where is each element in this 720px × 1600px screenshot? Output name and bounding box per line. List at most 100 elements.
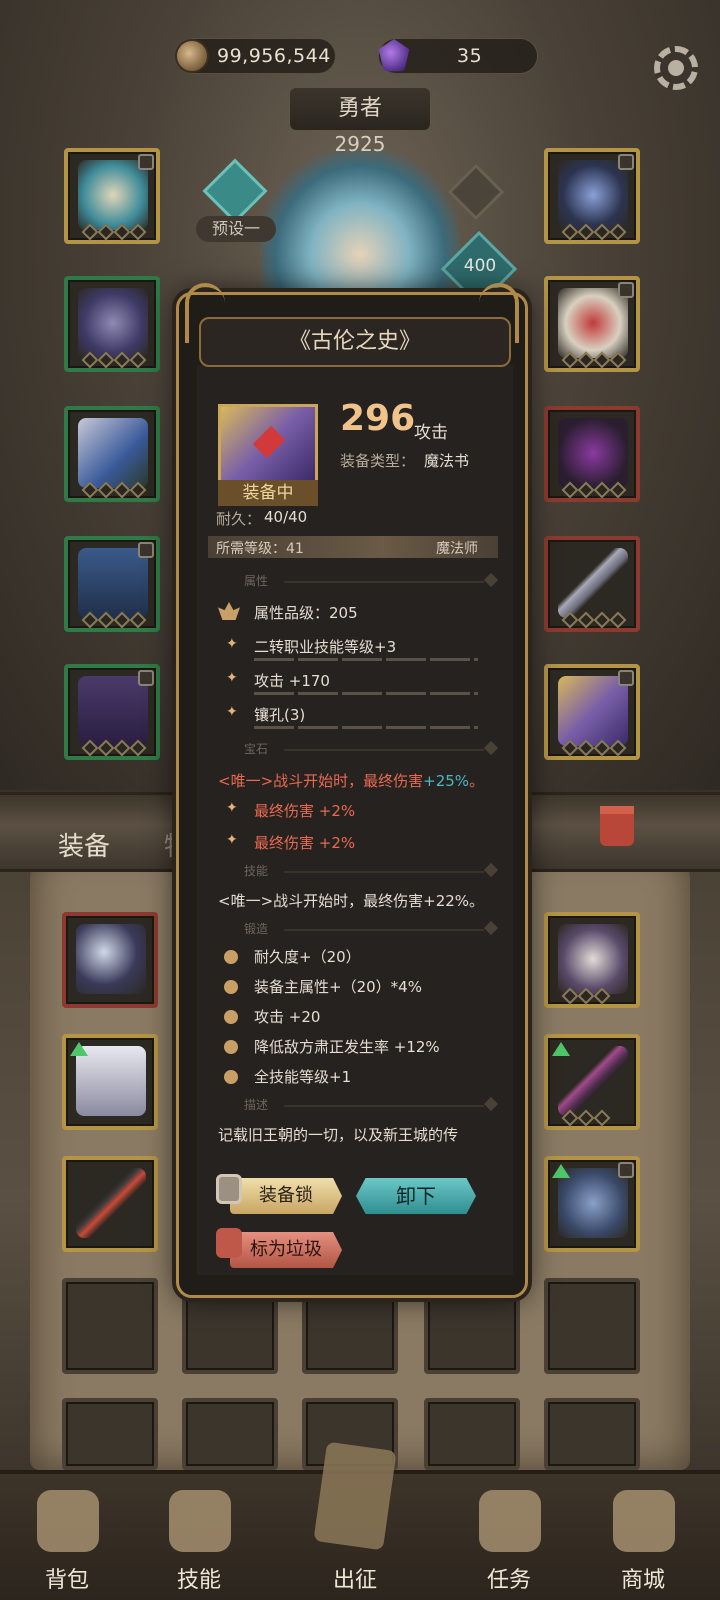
equip-slot-armor[interactable] bbox=[64, 276, 160, 372]
sparkle-icon: ✦ bbox=[226, 636, 238, 652]
section-label: 锻造 bbox=[244, 922, 269, 936]
bag-slot-empty[interactable] bbox=[62, 1398, 158, 1470]
gem-unique-effect: <唯一>战斗开始时，最终伤害+25%。 bbox=[218, 772, 485, 790]
section-attributes: 属性 bbox=[214, 572, 504, 590]
sparkle-icon: ✦ bbox=[226, 670, 238, 686]
bag-slot-empty[interactable] bbox=[424, 1398, 520, 1470]
mirror-scepter-icon bbox=[76, 924, 146, 994]
gem-sockets bbox=[561, 987, 611, 1005]
equipment-lock-button[interactable]: 装备锁 bbox=[230, 1178, 342, 1214]
nav-skills[interactable]: 技能 bbox=[144, 1476, 254, 1596]
trash-bin-icon bbox=[216, 1228, 242, 1258]
bag-slot[interactable] bbox=[62, 912, 158, 1008]
dark-staff-icon bbox=[76, 1168, 146, 1238]
attribute-line: 二转职业技能等级+3 bbox=[254, 638, 397, 656]
nav-label: 出征 bbox=[332, 1568, 377, 1593]
equip-slot-weapon[interactable] bbox=[544, 536, 640, 632]
bag-slot[interactable] bbox=[544, 912, 640, 1008]
gem-sockets bbox=[561, 481, 627, 499]
section-description: 描述 bbox=[214, 1096, 504, 1114]
section-forging: 锻造 bbox=[214, 920, 504, 938]
upgrade-arrow-icon bbox=[552, 1164, 570, 1178]
bag-slot-empty[interactable] bbox=[544, 1398, 640, 1470]
spellbook-icon bbox=[558, 676, 628, 746]
mark-as-trash-button[interactable]: 标为垃圾 bbox=[230, 1232, 342, 1268]
gem-sockets bbox=[81, 739, 147, 757]
type-value: 魔法书 bbox=[424, 452, 470, 470]
lock-icon bbox=[618, 282, 634, 298]
bag-slot-empty[interactable] bbox=[62, 1278, 158, 1374]
bag-slot-empty[interactable] bbox=[544, 1278, 640, 1374]
backpack-icon bbox=[37, 1490, 99, 1552]
gauntlet-icon bbox=[78, 418, 148, 488]
forge-line: 降低敌方肃正发生率 +12% bbox=[254, 1038, 440, 1056]
lock-icon bbox=[138, 542, 154, 558]
equip-slot-boots[interactable] bbox=[64, 664, 160, 760]
nav-label: 背包 bbox=[44, 1568, 89, 1593]
gem-effect: 最终伤害 +2% bbox=[254, 802, 356, 820]
gem-counter: 35 bbox=[378, 38, 538, 74]
sparkle-icon: ✦ bbox=[226, 832, 238, 848]
section-skills: 技能 bbox=[214, 862, 504, 880]
armor-icon bbox=[78, 288, 148, 358]
equip-slot-necklace[interactable] bbox=[544, 148, 640, 244]
coin-amount: 99,956,544 bbox=[217, 45, 331, 67]
equip-slot-offhand[interactable] bbox=[544, 664, 640, 760]
durability-value: 40/40 bbox=[264, 508, 308, 526]
nav-backpack[interactable]: 背包 bbox=[12, 1476, 122, 1596]
equip-slot-accessory[interactable] bbox=[544, 406, 640, 502]
nav-quests[interactable]: 任务 bbox=[454, 1476, 564, 1596]
section-gems: 宝石 bbox=[214, 740, 504, 758]
bag-slot[interactable] bbox=[62, 1034, 158, 1130]
gem-sockets bbox=[81, 351, 147, 369]
coin-icon bbox=[175, 39, 209, 73]
settings-gear-icon[interactable] bbox=[654, 46, 698, 90]
durability-label: 耐久： bbox=[216, 510, 262, 528]
sparkle-icon: ✦ bbox=[226, 800, 238, 816]
attack-value: 296 bbox=[340, 398, 416, 439]
gem-sockets bbox=[81, 223, 147, 241]
lock-icon bbox=[138, 670, 154, 686]
forge-dot-icon bbox=[224, 1010, 238, 1024]
lock-icon bbox=[618, 670, 634, 686]
padlock-icon bbox=[216, 1174, 242, 1204]
class-requirement: 魔法师 bbox=[436, 541, 478, 557]
equip-slot-helmet[interactable] bbox=[64, 148, 160, 244]
divider bbox=[254, 692, 478, 695]
section-label: 宝石 bbox=[244, 742, 269, 756]
attribute-line: 镶孔(3) bbox=[254, 706, 306, 724]
bag-slot[interactable] bbox=[544, 1034, 640, 1130]
section-label: 属性 bbox=[244, 574, 269, 588]
equip-slot-gloves[interactable] bbox=[64, 406, 160, 502]
trash-icon[interactable] bbox=[600, 806, 634, 846]
sparkle-icon: ✦ bbox=[226, 704, 238, 720]
nav-shop[interactable]: 商城 bbox=[588, 1476, 698, 1596]
quest-scroll-icon bbox=[479, 1490, 541, 1552]
nav-label: 技能 bbox=[176, 1568, 221, 1593]
amulet-icon bbox=[558, 160, 628, 230]
gem-sockets bbox=[561, 611, 627, 629]
equip-slot-ring[interactable] bbox=[544, 276, 640, 372]
skill-effect: <唯一>战斗开始时，最终伤害+22%。 bbox=[218, 892, 485, 910]
shop-crown-icon bbox=[613, 1490, 675, 1552]
skill-book-icon bbox=[169, 1490, 231, 1552]
bag-slot[interactable] bbox=[62, 1156, 158, 1252]
nav-expedition[interactable]: 出征 bbox=[300, 1441, 410, 1596]
preset-selector[interactable]: 预设一 bbox=[196, 216, 276, 242]
divider bbox=[254, 726, 478, 729]
hero-name: 勇者 bbox=[290, 88, 430, 130]
gem-sockets bbox=[561, 739, 627, 757]
staff-icon bbox=[558, 548, 628, 618]
unequip-button[interactable]: 卸下 bbox=[356, 1178, 476, 1214]
lock-icon bbox=[618, 154, 634, 170]
boots-icon bbox=[78, 676, 148, 746]
bag-slot[interactable] bbox=[544, 1156, 640, 1252]
equip-slot-pants[interactable] bbox=[64, 536, 160, 632]
item-description: 记载旧王朝的一切，以及新王城的传 bbox=[218, 1126, 459, 1144]
sword-map-icon bbox=[313, 1441, 397, 1551]
hero-power: 2925 bbox=[334, 132, 386, 156]
forge-dot-icon bbox=[224, 950, 238, 964]
orb-icon bbox=[558, 418, 628, 488]
bag-slot-empty[interactable] bbox=[182, 1398, 278, 1470]
tab-equipment[interactable]: 装备 bbox=[58, 826, 110, 863]
